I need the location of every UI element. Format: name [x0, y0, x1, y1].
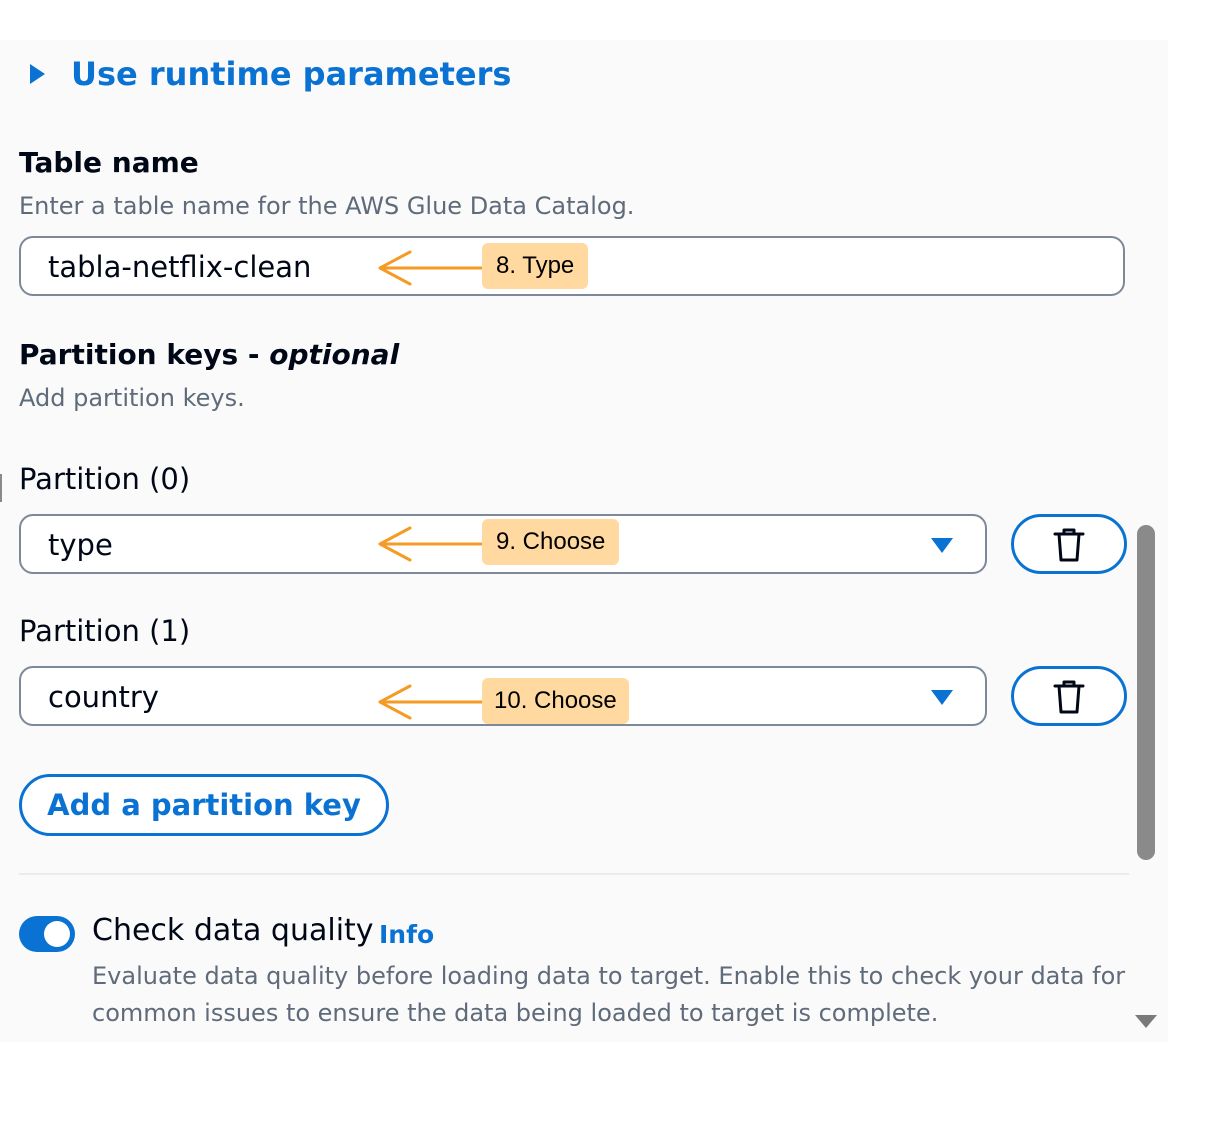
annotation-arrow-icon — [378, 526, 486, 562]
partition-0-label: Partition (0) — [19, 462, 191, 496]
partition-keys-title-text: Partition keys - — [19, 338, 270, 371]
info-link[interactable]: Info — [379, 920, 434, 949]
partition-1-value: country — [48, 680, 159, 714]
divider — [19, 873, 1129, 875]
data-quality-description: Evaluate data quality before loading dat… — [92, 962, 1126, 1027]
table-name-value: tabla-netflix-clean — [48, 250, 312, 284]
partition-0-value: type — [48, 528, 113, 562]
remove-partition-1-button[interactable] — [1011, 666, 1127, 726]
scroll-down-arrow-icon[interactable] — [1135, 1015, 1157, 1028]
scrollbar-thumb[interactable] — [1137, 525, 1155, 860]
runtime-parameters-label: Use runtime parameters — [71, 55, 512, 93]
partition-keys-title: Partition keys - optional — [19, 338, 399, 371]
partition-1-label: Partition (1) — [19, 614, 191, 648]
partition-keys-description: Add partition keys. — [19, 384, 245, 412]
edge-marker — [0, 474, 2, 502]
partition-keys-optional: optional — [269, 338, 400, 371]
trash-icon — [1053, 680, 1085, 714]
trash-icon — [1053, 528, 1085, 562]
annotation-callout: 8. Type — [482, 243, 589, 289]
remove-partition-0-button[interactable] — [1011, 514, 1127, 574]
caret-down-icon — [931, 538, 953, 553]
annotation-arrow-icon — [378, 684, 486, 720]
caret-down-icon — [931, 690, 953, 705]
caret-right-icon — [30, 64, 45, 84]
annotation-callout: 10. Choose — [482, 678, 629, 724]
add-partition-key-button[interactable]: Add a partition key — [19, 774, 389, 836]
annotation-callout: 9. Choose — [482, 519, 620, 565]
runtime-parameters-expander[interactable]: Use runtime parameters — [30, 55, 511, 93]
data-quality-label: Check data quality — [92, 913, 374, 948]
toggle-knob — [44, 921, 70, 947]
data-quality-toggle[interactable] — [19, 916, 75, 952]
table-name-title: Table name — [19, 146, 199, 179]
table-name-description: Enter a table name for the AWS Glue Data… — [19, 192, 635, 220]
annotation-arrow-icon — [378, 250, 486, 286]
